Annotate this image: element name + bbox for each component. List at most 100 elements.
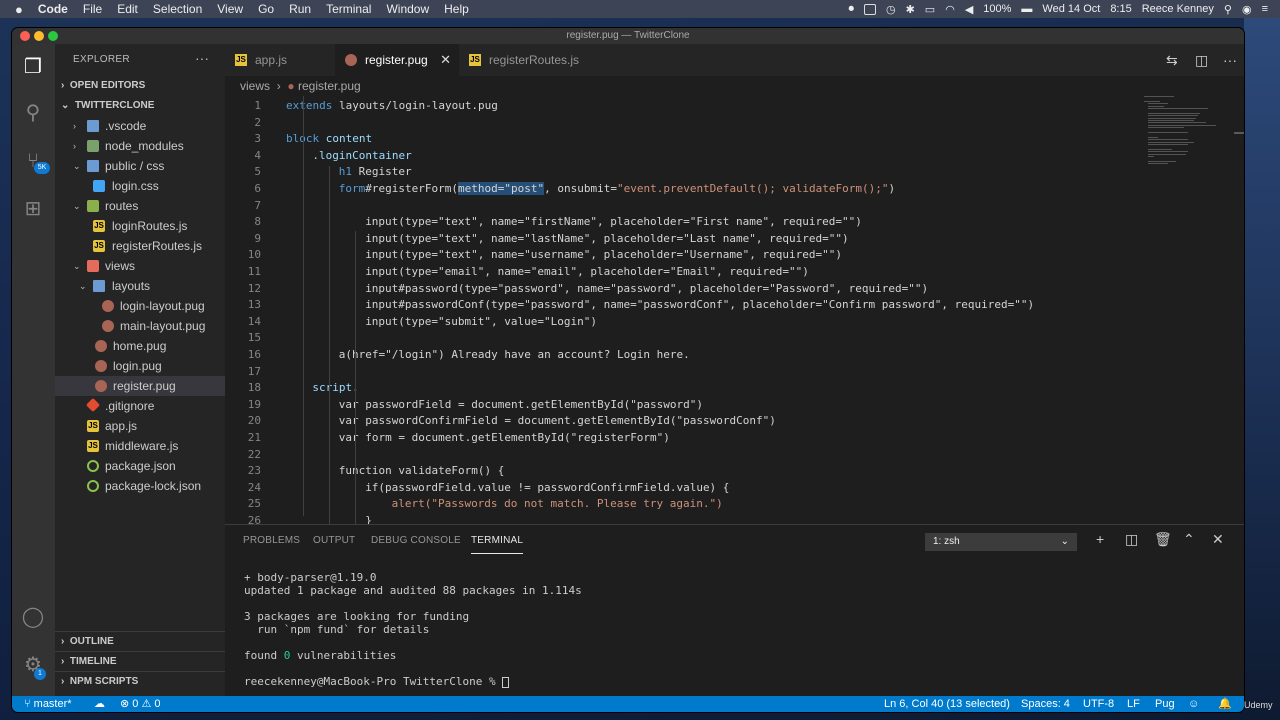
account-icon[interactable]: ◯ — [20, 604, 46, 630]
timeline-section[interactable]: › TIMELINE — [55, 651, 225, 671]
tree-item-package-json[interactable]: package.json — [55, 456, 225, 476]
menu-run[interactable]: Run — [289, 2, 311, 16]
tab-register-pug[interactable]: register.pug ✕ — [335, 44, 459, 76]
open-editors-section[interactable]: › OPEN EDITORS — [55, 76, 225, 96]
volume-icon[interactable]: ◀ — [965, 3, 973, 16]
tree-item-register[interactable]: register.pug — [55, 376, 225, 396]
language-mode[interactable]: Pug — [1155, 696, 1175, 712]
zoom-window-button[interactable] — [48, 31, 58, 41]
record-icon[interactable]: ⏺ — [848, 3, 854, 16]
tree-item-gitignore[interactable]: .gitignore — [55, 396, 225, 416]
tree-item-node-modules[interactable]: › node_modules — [55, 136, 225, 156]
user-name[interactable]: Reece Kenney — [1142, 3, 1214, 15]
minimize-window-button[interactable] — [34, 31, 44, 41]
extensions-icon[interactable]: ⊞ — [20, 196, 46, 222]
close-window-button[interactable] — [20, 31, 30, 41]
outline-section[interactable]: › OUTLINE — [55, 631, 225, 651]
more-actions-icon[interactable]: ··· — [195, 50, 209, 66]
breadcrumb-file[interactable]: register.pug — [298, 79, 361, 93]
new-terminal-icon[interactable]: + — [1096, 531, 1104, 547]
npm-scripts-section[interactable]: › NPM SCRIPTS — [55, 671, 225, 691]
bluetooth-icon[interactable]: ✱ — [906, 3, 915, 16]
minimap-line — [1148, 132, 1188, 133]
menu-help[interactable]: Help — [444, 2, 469, 16]
tab-app-js[interactable]: JS app.js — [225, 44, 335, 76]
tree-item-routes[interactable]: ⌄ routes — [55, 196, 225, 216]
split-editor-icon[interactable]: ◫ — [1195, 44, 1208, 76]
app-menu[interactable]: Code — [38, 2, 68, 16]
tree-item-home[interactable]: home.pug — [55, 336, 225, 356]
menu-selection[interactable]: Selection — [153, 2, 202, 16]
code-editor[interactable]: 1 extends layouts/login-layout.pug 2 3 block… — [225, 96, 1244, 524]
notification-center-icon[interactable]: ≡ — [1262, 3, 1268, 15]
flag-icon[interactable]: ▬ — [1021, 3, 1032, 15]
maximize-panel-icon[interactable]: ⌃ — [1183, 531, 1195, 548]
tab-terminal[interactable]: TERMINAL — [471, 528, 524, 554]
tree-item-middleware[interactable]: JS middleware.js — [55, 436, 225, 456]
keyboard-icon[interactable] — [863, 3, 876, 15]
cursor-position[interactable]: Ln 6, Col 40 (13 selected) — [884, 696, 1010, 712]
notifications-icon[interactable]: 🔔 — [1218, 696, 1232, 712]
tree-item-views[interactable]: ⌄ views — [55, 256, 225, 276]
tree-item-main-layout[interactable]: main-layout.pug — [55, 316, 225, 336]
indentation[interactable]: Spaces: 4 — [1021, 696, 1070, 712]
tab-registerroutes-js[interactable]: JS registerRoutes.js — [459, 44, 589, 76]
airplay-icon[interactable]: ▭ — [925, 3, 935, 16]
line-ending[interactable]: LF — [1127, 696, 1140, 712]
code-line: input(type="text", name="firstName", pla… — [365, 214, 862, 231]
encoding[interactable]: UTF-8 — [1083, 696, 1114, 712]
apple-menu-icon[interactable]: ● — [15, 2, 23, 17]
chevron-right-icon: › — [73, 141, 76, 151]
menu-go[interactable]: Go — [258, 2, 274, 16]
tree-item-loginroutes[interactable]: JS loginRoutes.js — [55, 216, 225, 236]
time-machine-icon[interactable]: ◷ — [886, 3, 896, 16]
line-number: 11 — [247, 265, 261, 278]
tab-debug-console[interactable]: DEBUG CONSOLE — [371, 525, 461, 557]
minimap[interactable] — [1142, 96, 1232, 176]
spotlight-icon[interactable]: ⚲ — [1224, 3, 1232, 16]
more-actions-icon[interactable]: ··· — [1223, 44, 1237, 76]
feedback-icon[interactable]: ☺ — [1188, 696, 1199, 712]
terminal-prompt[interactable]: reecekenney@MacBook-Pro TwitterClone % — [244, 675, 510, 688]
code-line: .loginContainer — [312, 148, 411, 165]
tree-item-public-css[interactable]: ⌄ public / css — [55, 156, 225, 176]
menu-terminal[interactable]: Terminal — [326, 2, 371, 16]
menu-view[interactable]: View — [217, 2, 243, 16]
time-label[interactable]: 8:15 — [1110, 3, 1131, 15]
search-icon[interactable]: ⚲ — [20, 100, 46, 126]
tree-item-package-lock[interactable]: package-lock.json — [55, 476, 225, 496]
sync-icon[interactable]: ☁ — [94, 696, 105, 712]
tree-item-vscode[interactable]: › .vscode — [55, 116, 225, 136]
explorer-icon[interactable]: ❐ — [20, 54, 46, 80]
branch-indicator[interactable]: ⑂ master* — [24, 696, 72, 712]
trash-icon[interactable]: 🗑 — [1154, 531, 1172, 548]
close-panel-icon[interactable]: ✕ — [1212, 531, 1224, 548]
close-tab-icon[interactable]: ✕ — [440, 44, 451, 76]
breadcrumb-folder[interactable]: views — [240, 79, 270, 93]
problems-indicator[interactable]: ⊗ 0 ⚠ 0 — [120, 696, 160, 712]
battery-label[interactable]: 100% — [983, 3, 1011, 15]
editor-scrollbar[interactable] — [1234, 132, 1244, 134]
wifi-icon[interactable]: ◠ — [945, 3, 955, 16]
menu-file[interactable]: File — [83, 2, 102, 16]
tree-item-login-layout[interactable]: login-layout.pug — [55, 296, 225, 316]
chevron-down-icon: ⌄ — [73, 201, 81, 211]
siri-icon[interactable]: ◉ — [1242, 3, 1252, 16]
menu-window[interactable]: Window — [386, 2, 429, 16]
tree-item-registerroutes[interactable]: JS registerRoutes.js — [55, 236, 225, 256]
menu-edit[interactable]: Edit — [117, 2, 138, 16]
tree-item-login-css[interactable]: login.css — [55, 176, 225, 196]
terminal-select[interactable]: 1: zsh ⌄ — [925, 533, 1077, 551]
code-token: input(type="email", name="email", placeh… — [365, 265, 809, 278]
code-line: if(passwordField.value != passwordConfir… — [365, 480, 729, 497]
terminal-line: 3 packages are looking for funding — [244, 610, 470, 623]
tab-output[interactable]: OUTPUT — [313, 525, 355, 557]
tree-item-app-js[interactable]: JS app.js — [55, 416, 225, 436]
project-section[interactable]: ⌄ TWITTERCLONE — [55, 96, 225, 116]
date-label[interactable]: Wed 14 Oct — [1042, 3, 1100, 15]
tree-item-login[interactable]: login.pug — [55, 356, 225, 376]
split-terminal-icon[interactable]: ◫ — [1125, 531, 1138, 548]
tab-problems[interactable]: PROBLEMS — [243, 525, 300, 557]
open-changes-icon[interactable]: ⇆ — [1166, 44, 1178, 76]
tree-item-layouts[interactable]: ⌄ layouts — [55, 276, 225, 296]
